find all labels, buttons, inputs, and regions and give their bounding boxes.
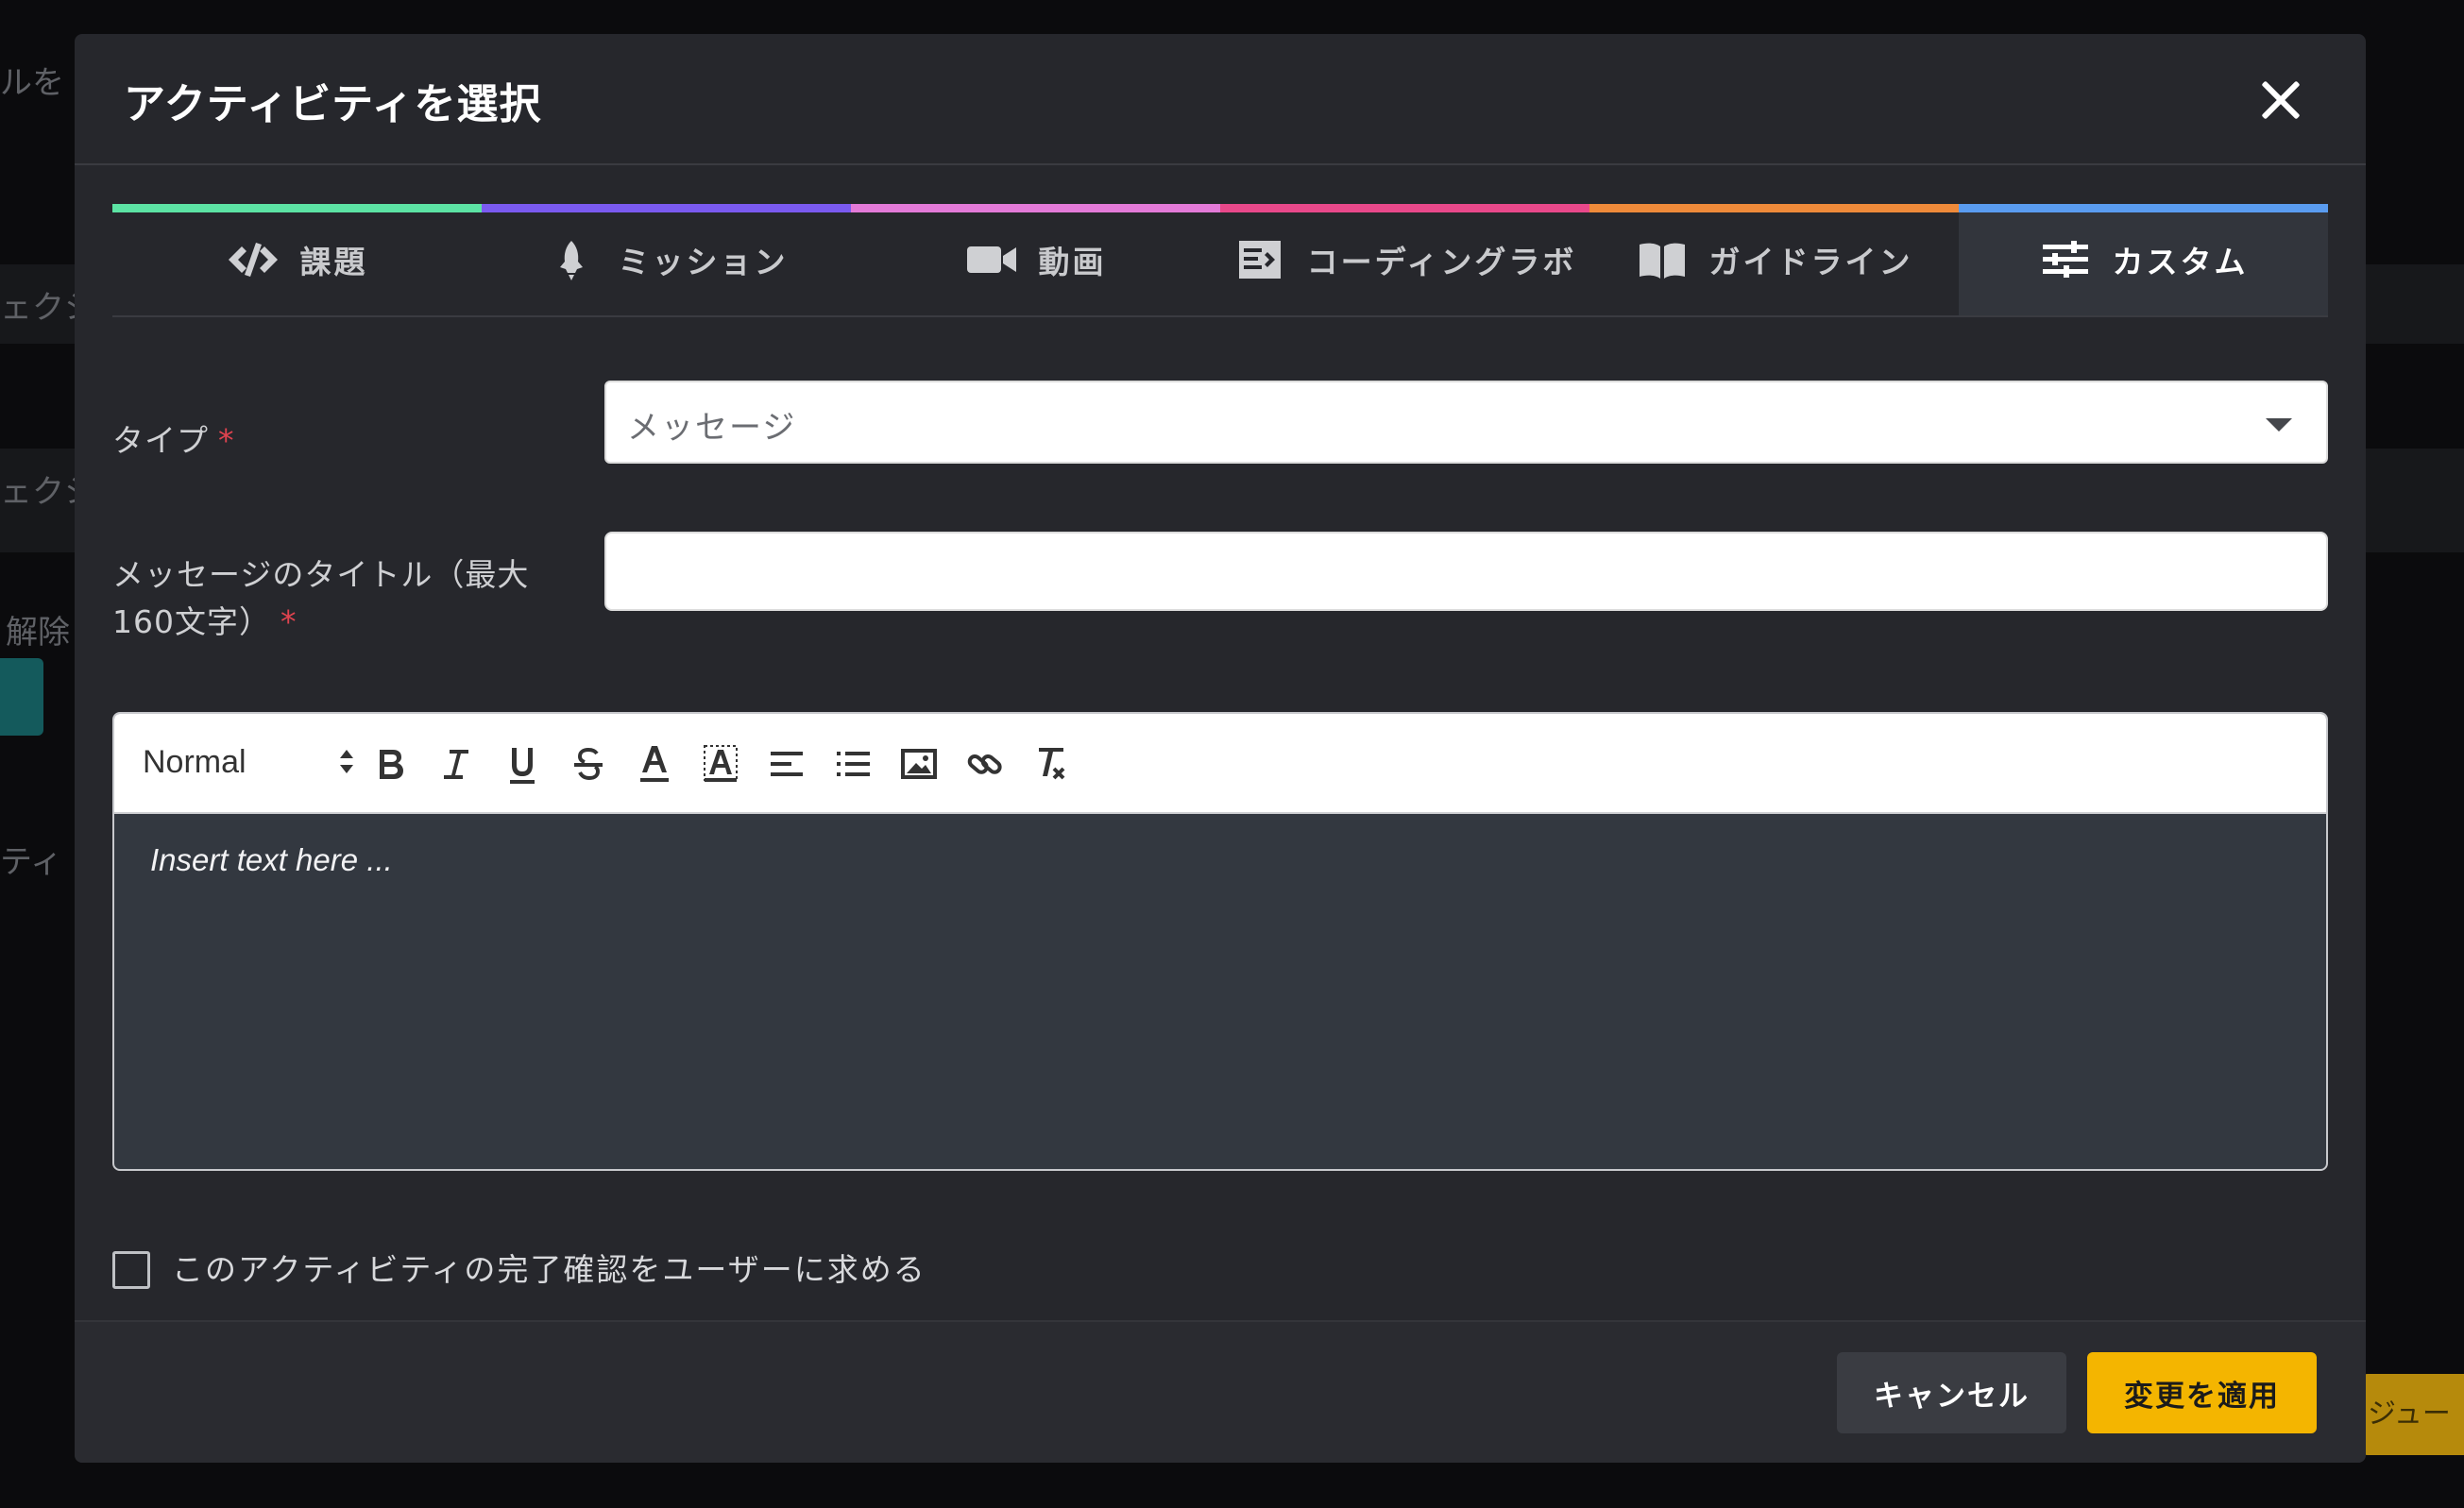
type-label-text: タイプ xyxy=(112,422,209,459)
updown-arrows-icon xyxy=(338,748,355,782)
tab-video[interactable]: 動画 xyxy=(851,204,1220,315)
tab-color-bar xyxy=(851,204,1220,212)
apply-changes-button[interactable]: 変更を適用 xyxy=(2087,1352,2317,1433)
message-title-label: メッセージのタイトル（最大 160文字） * xyxy=(112,551,529,646)
bg-teal-button xyxy=(0,658,43,736)
chevron-down-icon xyxy=(2266,418,2292,432)
tab-color-bar xyxy=(112,204,482,212)
link-icon[interactable] xyxy=(961,740,1009,788)
strike-icon[interactable] xyxy=(565,740,612,788)
rich-text-editor: Normal Insert text here ... xyxy=(112,712,2328,1171)
underline-icon[interactable] xyxy=(499,740,546,788)
clear-format-icon[interactable] xyxy=(1028,740,1075,788)
close-icon[interactable] xyxy=(2260,79,2302,121)
cancel-button[interactable]: キャンセル xyxy=(1837,1352,2066,1433)
tab-label: 動画 xyxy=(1038,244,1107,280)
tab-label: コーディングラボ xyxy=(1306,244,1577,280)
tab-guideline[interactable]: ガイドライン xyxy=(1589,204,1959,315)
required-mark: * xyxy=(218,422,235,459)
tab-color-bar xyxy=(482,204,851,212)
tab-label: カスタム xyxy=(2112,244,2249,280)
editor-placeholder: Insert text here ... xyxy=(150,842,393,877)
completion-confirm-checkbox[interactable] xyxy=(112,1251,150,1289)
video-icon xyxy=(966,246,1016,273)
tab-label: ミッション xyxy=(618,244,789,280)
type-select-value: メッセージ xyxy=(627,409,797,447)
format-select[interactable]: Normal xyxy=(143,744,355,786)
modal-title: アクティビティを選択 xyxy=(124,80,542,128)
tab-color-bar xyxy=(1959,204,2328,212)
tab-custom[interactable]: カスタム xyxy=(1959,204,2328,315)
message-title-label-line1: メッセージのタイトル（最大 xyxy=(112,556,530,593)
bg-fragment-1: ルを xyxy=(0,64,64,102)
completion-confirm-label[interactable]: このアクティビティの完了確認をユーザーに求める xyxy=(172,1246,926,1294)
type-label: タイプ * xyxy=(112,417,235,465)
format-select-value: Normal xyxy=(143,744,246,780)
activity-tabs: 課題 ミッション 動画 コーディングラボ ガイドライン カスタム xyxy=(112,204,2328,317)
code-icon xyxy=(228,243,278,277)
tab-label: ガイドライン xyxy=(1708,244,1913,280)
tab-color-bar xyxy=(1589,204,1959,212)
bg-fragment-4: 解除 xyxy=(6,614,70,652)
bg-schedule-button: ジュー xyxy=(2360,1374,2464,1455)
align-icon[interactable] xyxy=(763,740,810,788)
tab-mission[interactable]: ミッション xyxy=(482,204,851,315)
text-color-icon[interactable] xyxy=(631,740,678,788)
rocket-icon xyxy=(559,241,583,280)
tab-assignment[interactable]: 課題 xyxy=(112,204,482,315)
tab-coding-lab[interactable]: コーディングラボ xyxy=(1220,204,1589,315)
select-activity-modal: アクティビティを選択 課題 ミッション 動画 コーディングラボ ガイドライン カ… xyxy=(75,34,2366,1463)
background-color-icon[interactable] xyxy=(697,740,744,788)
tab-color-bar xyxy=(1220,204,1589,212)
required-mark: * xyxy=(280,603,297,640)
list-icon[interactable] xyxy=(829,740,876,788)
sliders-icon xyxy=(2042,241,2088,278)
message-title-label-line2: 160文字） xyxy=(112,603,271,640)
coding-lab-icon xyxy=(1238,241,1281,279)
bold-icon[interactable] xyxy=(366,740,414,788)
modal-header: アクティビティを選択 xyxy=(75,34,2366,165)
tab-label: 課題 xyxy=(299,244,368,280)
type-select[interactable]: メッセージ xyxy=(604,381,2328,464)
book-icon xyxy=(1639,243,1685,279)
editor-toolbar: Normal xyxy=(114,714,2326,814)
editor-content-area[interactable]: Insert text here ... xyxy=(114,814,2326,1169)
image-icon[interactable] xyxy=(895,740,943,788)
message-title-input[interactable] xyxy=(604,532,2328,611)
italic-icon[interactable] xyxy=(433,740,480,788)
bg-fragment-5: ティ xyxy=(0,843,62,881)
